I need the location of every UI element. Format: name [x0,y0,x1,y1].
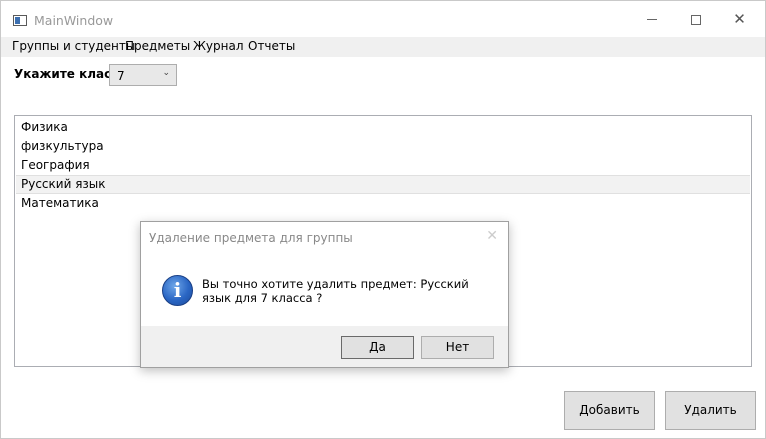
delete-button[interactable]: Удалить [665,391,756,430]
chevron-down-icon: ⌄ [162,68,170,78]
dialog-close-icon[interactable]: ✕ [486,228,498,244]
list-item[interactable]: География [16,156,750,175]
class-select[interactable]: 7 ⌄ [109,64,177,86]
main-window: MainWindow ✕ Группы и студенты Предметы … [0,0,766,439]
maximize-icon [690,14,701,25]
menu-item-reports[interactable]: Отчеты [248,39,295,53]
minimize-button[interactable] [629,1,674,37]
info-icon: i [162,275,193,306]
close-button[interactable]: ✕ [717,1,762,37]
class-label: Укажите класс: [14,67,124,81]
no-button[interactable]: Нет [421,336,494,359]
menu-item-subjects[interactable]: Предметы [125,39,190,53]
list-item[interactable]: Математика [16,194,750,213]
maximize-button[interactable] [673,1,718,37]
menu-item-groups[interactable]: Группы и студенты [12,39,135,53]
dialog-message: Вы точно хотите удалить предмет: Русский… [202,277,469,305]
minimize-icon [646,19,657,20]
menu-bar: Группы и студенты Предметы Журнал Отчеты [1,37,765,57]
add-button[interactable]: Добавить [564,391,655,430]
menu-item-journal[interactable]: Журнал [193,39,244,53]
close-icon: ✕ [733,10,746,28]
dialog-footer: Да Нет [141,326,508,367]
yes-button[interactable]: Да [341,336,414,359]
app-icon [13,15,27,26]
list-item[interactable]: Физика [16,118,750,137]
title-bar: MainWindow ✕ [1,1,765,37]
dialog-title: Удаление предмета для группы [149,231,353,245]
list-item[interactable]: физкультура [16,137,750,156]
confirm-dialog: Удаление предмета для группы ✕ i Вы точн… [140,221,509,368]
class-select-value: 7 [117,69,125,83]
list-item-selected[interactable]: Русский язык [16,175,750,194]
window-title: MainWindow [34,13,114,28]
